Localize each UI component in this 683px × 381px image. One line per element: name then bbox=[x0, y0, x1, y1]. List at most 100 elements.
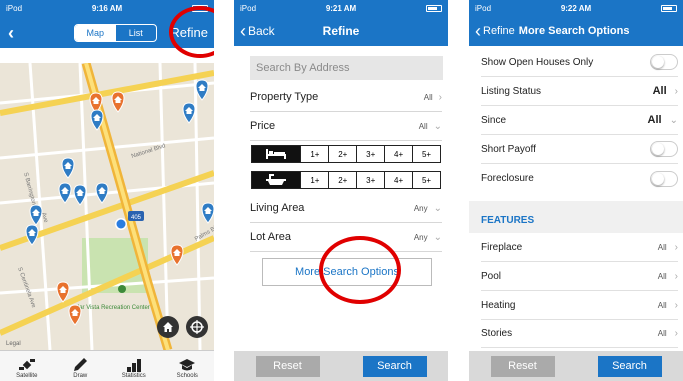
feature-label: Fireplace bbox=[481, 241, 523, 253]
satellite-icon bbox=[18, 359, 35, 370]
map-pin-icon[interactable] bbox=[111, 91, 125, 113]
foreclosure-toggle[interactable] bbox=[650, 170, 678, 187]
back-chevron-icon: ‹ bbox=[475, 21, 481, 41]
map-pin-icon[interactable] bbox=[61, 157, 75, 179]
street-label-centinela: S Centinela Ave bbox=[16, 267, 36, 310]
feature-value: All bbox=[657, 328, 667, 338]
map-pin-icon[interactable] bbox=[73, 184, 87, 206]
living-area-row[interactable]: Living Area Any ⌄ bbox=[250, 194, 442, 223]
tab-draw[interactable]: Draw bbox=[54, 351, 108, 381]
tab-satellite-label: Satellite bbox=[16, 373, 38, 379]
battery-icon bbox=[661, 4, 677, 12]
feature-row-heating[interactable]: Heating All › bbox=[481, 291, 678, 320]
bed-option[interactable]: 4+ bbox=[384, 146, 412, 162]
tab-statistics-label: Statistics bbox=[121, 373, 146, 379]
short-payoff-row: Short Payoff bbox=[481, 135, 678, 164]
chevron-right-icon: › bbox=[674, 327, 678, 339]
chevron-right-icon: › bbox=[674, 270, 678, 282]
current-location-icon bbox=[116, 219, 126, 229]
address-search-input[interactable]: Search By Address bbox=[250, 56, 443, 80]
locate-button[interactable] bbox=[186, 316, 208, 338]
list-tab[interactable]: List bbox=[116, 25, 157, 41]
foreclosure-row: Foreclosure bbox=[481, 164, 678, 193]
tab-schools[interactable]: Schools bbox=[161, 351, 215, 381]
park-icon bbox=[118, 285, 126, 293]
since-row[interactable]: Since All ⌄ bbox=[481, 106, 678, 135]
listing-status-row[interactable]: Listing Status All › bbox=[481, 77, 678, 106]
short-payoff-label: Short Payoff bbox=[481, 143, 536, 155]
map-pin-icon[interactable] bbox=[182, 102, 196, 124]
bath-option[interactable]: 1+ bbox=[300, 172, 328, 188]
map-pin-icon[interactable] bbox=[25, 224, 39, 246]
map-screen: iPod 9:16 AM ‹ Map List Refine 405 Natio… bbox=[0, 0, 214, 381]
back-chevron-icon[interactable]: ‹ bbox=[8, 24, 14, 42]
chevron-right-icon: › bbox=[674, 241, 678, 253]
tab-satellite[interactable]: Satellite bbox=[0, 351, 54, 381]
status-time: 9:21 AM bbox=[325, 3, 357, 13]
bedrooms-picker[interactable]: 1+ 2+ 3+ 4+ 5+ bbox=[251, 145, 441, 163]
map-pin-icon[interactable] bbox=[58, 182, 72, 204]
chevron-down-icon: ⌄ bbox=[669, 114, 678, 126]
listing-status-label: Listing Status bbox=[481, 85, 542, 97]
home-location-button[interactable] bbox=[157, 316, 179, 338]
reset-button[interactable]: Reset bbox=[490, 355, 555, 377]
back-label: Back bbox=[248, 24, 275, 38]
map-pin-icon[interactable] bbox=[56, 281, 70, 303]
tab-statistics[interactable]: Statistics bbox=[107, 351, 161, 381]
more-options-highlight-circle bbox=[319, 236, 401, 304]
lot-area-label: Lot Area bbox=[250, 231, 291, 243]
property-type-value: All bbox=[423, 92, 433, 102]
bath-option[interactable]: 5+ bbox=[412, 172, 440, 188]
status-bar: iPod 9:22 AM bbox=[469, 0, 683, 16]
open-houses-label: Show Open Houses Only bbox=[481, 56, 594, 68]
open-houses-toggle[interactable] bbox=[650, 54, 678, 70]
living-area-label: Living Area bbox=[250, 202, 305, 214]
status-bar: iPod 9:21 AM bbox=[234, 0, 448, 16]
price-row[interactable]: Price All ⌄ bbox=[250, 112, 442, 141]
bath-option[interactable]: 4+ bbox=[384, 172, 412, 188]
back-button[interactable]: ‹ Back bbox=[240, 22, 275, 40]
bath-option[interactable]: 2+ bbox=[328, 172, 356, 188]
crosshair-icon bbox=[190, 320, 204, 334]
living-area-value: Any bbox=[413, 203, 428, 213]
status-time: 9:16 AM bbox=[91, 3, 123, 13]
chevron-right-icon: › bbox=[674, 85, 678, 97]
battery-icon bbox=[426, 4, 442, 12]
reset-button[interactable]: Reset bbox=[255, 355, 320, 377]
bathtub-icon bbox=[252, 172, 301, 188]
map-list-toggle[interactable]: Map List bbox=[74, 24, 157, 42]
bed-option[interactable]: 5+ bbox=[412, 146, 440, 162]
map-pin-icon[interactable] bbox=[170, 244, 184, 266]
feature-row-fireplace[interactable]: Fireplace All › bbox=[481, 233, 678, 262]
more-options-screen: iPod 9:22 AM ‹ Refine More Search Option… bbox=[469, 0, 683, 381]
carrier-label: iPod bbox=[6, 3, 23, 13]
tab-draw-label: Draw bbox=[73, 373, 88, 379]
back-button[interactable]: ‹ Refine bbox=[475, 21, 515, 41]
chevron-right-icon: › bbox=[438, 91, 442, 103]
bed-option[interactable]: 1+ bbox=[300, 146, 328, 162]
property-type-row[interactable]: Property Type All › bbox=[250, 83, 442, 112]
feature-row-pool[interactable]: Pool All › bbox=[481, 262, 678, 291]
bathrooms-picker[interactable]: 1+ 2+ 3+ 4+ 5+ bbox=[251, 171, 441, 189]
map-tab[interactable]: Map bbox=[75, 25, 116, 41]
map-view[interactable]: 405 National Blvd Palms Bl S Barrington … bbox=[0, 63, 214, 350]
map-tab-bar: Satellite Draw Statistics Schools bbox=[0, 350, 214, 381]
bed-option[interactable]: 3+ bbox=[356, 146, 384, 162]
map-pin-icon[interactable] bbox=[95, 182, 109, 204]
map-pin-icon[interactable] bbox=[68, 304, 82, 326]
search-button[interactable]: Search bbox=[597, 355, 662, 377]
bed-option[interactable]: 2+ bbox=[328, 146, 356, 162]
search-button[interactable]: Search bbox=[362, 355, 427, 377]
park-label: Mar Vista Recreation Center bbox=[74, 305, 150, 311]
carrier-label: iPod bbox=[475, 3, 492, 13]
bath-option[interactable]: 3+ bbox=[356, 172, 384, 188]
feature-row-stories[interactable]: Stories All › bbox=[481, 319, 678, 348]
chevron-down-icon: ⌄ bbox=[433, 120, 442, 132]
short-payoff-toggle[interactable] bbox=[650, 141, 678, 157]
price-label: Price bbox=[250, 120, 276, 132]
feature-value: All bbox=[657, 242, 667, 252]
map-pin-icon[interactable] bbox=[195, 79, 209, 101]
map-pin-icon[interactable] bbox=[201, 202, 214, 224]
listing-status-value: All bbox=[652, 85, 667, 97]
lot-area-value: Any bbox=[413, 232, 428, 242]
